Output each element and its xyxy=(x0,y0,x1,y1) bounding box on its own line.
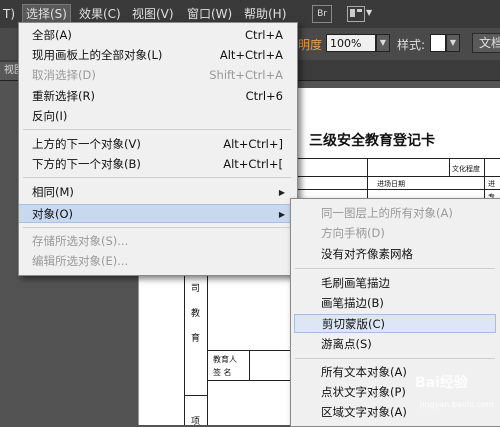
menu-item-label: 画笔描边(B) xyxy=(321,296,384,310)
menu-item-shortcut: Shift+Ctrl+A xyxy=(209,68,283,82)
menu-item-shortcut: Ctrl+A xyxy=(245,28,283,42)
signature-label: 签 名 xyxy=(213,368,232,377)
menu-item-label: 方向手柄(D) xyxy=(321,226,385,240)
watermark-url: jingyan.baidu.com xyxy=(420,400,494,409)
menu-view[interactable]: 视图(V) xyxy=(129,5,177,23)
menu-item-label: 上方的下一个对象(V) xyxy=(32,137,141,151)
submenu-arrow-icon: ▶ xyxy=(278,210,285,219)
submenu-item-bristle-brush-strokes[interactable]: 毛刷画笔描边 xyxy=(291,274,500,293)
menu-item-object[interactable]: 对象(O) ▶ xyxy=(19,204,295,223)
menu-item-select-all[interactable]: 全部(A) Ctrl+A xyxy=(19,26,295,45)
arrange-documents-icon[interactable] xyxy=(347,6,365,22)
menu-item-label: 同一图层上的所有对象(A) xyxy=(321,206,453,220)
menu-window[interactable]: 窗口(W) xyxy=(184,5,235,23)
table-border xyxy=(249,350,250,380)
style-dropdown-icon[interactable]: ▼ xyxy=(446,34,460,52)
menu-item-label: 点状文字对象(P) xyxy=(321,385,406,399)
menu-item-label: 游离点(S) xyxy=(321,337,372,351)
menu-effect[interactable]: 效果(C) xyxy=(76,5,124,23)
menu-item-deselect[interactable]: 取消选择(D) Shift+Ctrl+A xyxy=(19,66,295,85)
submenu-item-brush-strokes[interactable]: 画笔描边(B) xyxy=(291,294,500,313)
menu-item-same[interactable]: 相同(M) ▶ xyxy=(19,183,295,202)
menu-item-label: 下方的下一个对象(B) xyxy=(32,157,141,171)
opacity-label[interactable]: 明度 xyxy=(298,36,322,53)
menu-item-shortcut: Alt+Ctrl+[ xyxy=(223,157,283,171)
menu-item-label: 重新选择(R) xyxy=(32,89,95,103)
vertical-label-char: 育 xyxy=(191,334,201,344)
menu-help[interactable]: 帮助(H) xyxy=(241,5,289,23)
submenu-item-direction-handles[interactable]: 方向手柄(D) xyxy=(291,224,500,243)
submenu-item-stray-points[interactable]: 游离点(S) xyxy=(291,335,500,354)
menu-item-shortcut: Ctrl+6 xyxy=(245,89,283,103)
table-border xyxy=(184,395,207,396)
submenu-arrow-icon: ▶ xyxy=(278,188,285,197)
menu-select[interactable]: 选择(S) xyxy=(22,4,71,24)
chevron-down-icon: ▼ xyxy=(366,8,373,17)
menu-item-shortcut: Alt+Ctrl+] xyxy=(223,137,283,151)
document-setup-button[interactable]: 文档 xyxy=(472,33,500,53)
menu-separator xyxy=(23,177,291,178)
menu-item-label: 对象(O) xyxy=(32,207,74,221)
menu-item-shortcut: Alt+Ctrl+A xyxy=(219,48,283,62)
select-menu-dropdown: 全部(A) Ctrl+A 现用画板上的全部对象(L) Alt+Ctrl+A 取消… xyxy=(18,22,298,276)
opacity-input[interactable]: 100% xyxy=(326,34,376,52)
menu-item-label: 毛刷画笔描边 xyxy=(321,276,390,290)
table-cell: 进 xyxy=(488,180,495,188)
menu-item-label: 剪切蒙版(C) xyxy=(322,317,386,331)
document-title: 三级安全教育登记卡 xyxy=(309,133,435,149)
table-border xyxy=(484,158,485,201)
watermark-logo: Bai经验 xyxy=(415,375,468,391)
menu-item-label: 存储所选对象(S)... xyxy=(32,234,129,248)
menu-item-label: 现用画板上的全部对象(L) xyxy=(32,48,163,62)
submenu-item-same-layer-objects[interactable]: 同一图层上的所有对象(A) xyxy=(291,204,500,223)
menu-item-label: 所有文本对象(A) xyxy=(321,365,407,379)
vertical-label-char: 项 xyxy=(191,417,201,427)
vertical-label-char: 司 xyxy=(191,284,201,294)
style-swatch[interactable] xyxy=(430,34,446,52)
menu-separator xyxy=(23,129,291,130)
vertical-label-char: 教 xyxy=(191,309,201,319)
menu-item-label: 取消选择(D) xyxy=(32,68,96,82)
menu-item-label: 相同(M) xyxy=(32,185,74,199)
menu-item-label: 编辑所选对象(E)... xyxy=(32,254,129,268)
table-border xyxy=(449,158,450,176)
menu-item-inverse[interactable]: 反向(I) xyxy=(19,107,295,126)
menu-separator xyxy=(295,358,495,359)
table-border xyxy=(207,380,291,381)
menu-item-next-object-above[interactable]: 上方的下一个对象(V) Alt+Ctrl+] xyxy=(19,135,295,154)
menu-separator xyxy=(295,268,495,269)
menu-item-edit-selection[interactable]: 编辑所选对象(E)... xyxy=(19,252,295,271)
style-label: 样式: xyxy=(397,38,426,52)
bridge-button[interactable]: Br xyxy=(312,5,332,23)
menu-item-label: 反向(I) xyxy=(32,109,68,123)
submenu-item-not-aligned-to-pixel-grid[interactable]: 没有对齐像素网格 xyxy=(291,245,500,264)
menu-item-label: 区域文字对象(A) xyxy=(321,405,407,419)
education-level-cell: 文化程度 xyxy=(452,165,480,173)
menu-item-label: 全部(A) xyxy=(32,28,72,42)
menu-item-select-all-on-artboard[interactable]: 现用画板上的全部对象(L) Alt+Ctrl+A xyxy=(19,46,295,65)
menu-item-next-object-below[interactable]: 下方的下一个对象(B) Alt+Ctrl+[ xyxy=(19,155,295,174)
educator-label: 教育人 xyxy=(213,355,237,364)
table-border xyxy=(367,158,368,201)
submenu-item-clipping-masks[interactable]: 剪切蒙版(C) xyxy=(294,314,496,333)
menu-type[interactable]: T) xyxy=(0,5,18,23)
menu-item-label: 没有对齐像素网格 xyxy=(321,247,413,261)
menu-item-save-selection[interactable]: 存储所选对象(S)... xyxy=(19,232,295,251)
menu-separator xyxy=(23,227,291,228)
opacity-dropdown-icon[interactable]: ▼ xyxy=(376,34,390,52)
menu-item-reselect[interactable]: 重新选择(R) Ctrl+6 xyxy=(19,87,295,106)
factory-date-cell: 进场日期 xyxy=(377,180,405,188)
